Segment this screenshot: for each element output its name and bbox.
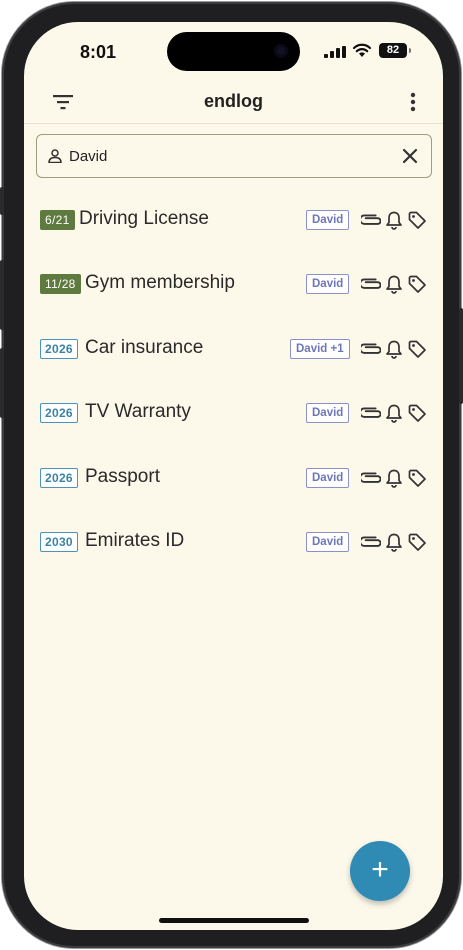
date-badge: 11/28 bbox=[40, 274, 81, 295]
item-name: Driving License bbox=[79, 208, 209, 229]
bell-icon[interactable] bbox=[385, 339, 403, 364]
owner-chip: David bbox=[306, 210, 350, 230]
more-vert-icon[interactable] bbox=[403, 90, 423, 114]
item-name: Gym membership bbox=[85, 272, 235, 294]
screen: 8:01 82 endlog David 6/21 Driving Licens… bbox=[24, 22, 443, 930]
phone-frame: 8:01 82 endlog David 6/21 Driving Licens… bbox=[0, 2, 463, 948]
status-time: 8:01 bbox=[80, 42, 117, 62]
row-actions bbox=[359, 468, 427, 488]
tag-icon[interactable] bbox=[407, 468, 427, 493]
wifi-icon bbox=[352, 43, 372, 57]
attachment-icon[interactable] bbox=[359, 339, 382, 364]
attachment-icon[interactable] bbox=[359, 403, 382, 428]
row-actions bbox=[359, 339, 427, 359]
tag-icon[interactable] bbox=[407, 274, 427, 299]
item-name: TV Warranty bbox=[85, 401, 191, 423]
attachment-icon[interactable] bbox=[359, 210, 382, 235]
row-actions bbox=[359, 403, 427, 423]
search-field[interactable] bbox=[36, 134, 432, 178]
volume-down-button bbox=[0, 348, 4, 418]
app-bar: endlog bbox=[24, 80, 443, 124]
owner-chip: David bbox=[306, 531, 350, 552]
add-item-button[interactable]: + bbox=[350, 841, 410, 901]
owner-chip: David bbox=[306, 274, 350, 295]
year-badge: 2026 bbox=[40, 403, 78, 424]
bell-icon[interactable] bbox=[385, 210, 403, 235]
power-button bbox=[459, 308, 463, 404]
list-item[interactable]: 2026 Car insurance David +1 bbox=[24, 317, 443, 381]
signal-icon bbox=[324, 46, 346, 58]
year-badge: 2026 bbox=[40, 338, 78, 359]
attachment-icon[interactable] bbox=[359, 532, 382, 557]
row-actions bbox=[359, 210, 427, 230]
owner-chip: David bbox=[306, 403, 350, 424]
bell-icon[interactable] bbox=[385, 468, 403, 493]
item-name: Passport bbox=[85, 465, 160, 487]
home-indicator[interactable] bbox=[159, 918, 309, 923]
list-item[interactable]: 2030 Emirates ID David bbox=[24, 510, 443, 574]
volume-up-button bbox=[0, 260, 4, 330]
battery-tip bbox=[409, 48, 411, 53]
row-actions bbox=[359, 274, 427, 295]
item-name: Emirates ID bbox=[85, 529, 185, 551]
tag-icon[interactable] bbox=[407, 210, 427, 235]
date-badge: 6/21 bbox=[40, 210, 75, 230]
action-button bbox=[0, 187, 4, 215]
dynamic-island bbox=[167, 32, 300, 71]
tag-icon[interactable] bbox=[407, 403, 427, 428]
item-list: 6/21 Driving License David 11/28 Gym mem… bbox=[24, 188, 443, 574]
bell-icon[interactable] bbox=[385, 403, 403, 428]
owner-chip: David bbox=[306, 467, 350, 488]
list-item[interactable]: 2026 TV Warranty David bbox=[24, 381, 443, 445]
list-item[interactable]: 6/21 Driving License David bbox=[24, 188, 443, 252]
attachment-icon[interactable] bbox=[359, 274, 382, 299]
year-badge: 2026 bbox=[40, 467, 78, 488]
close-icon[interactable] bbox=[401, 147, 419, 165]
list-item[interactable]: 11/28 Gym membership David bbox=[24, 252, 443, 316]
camera-icon bbox=[274, 44, 288, 58]
row-actions bbox=[359, 532, 427, 552]
person-icon bbox=[48, 149, 62, 163]
owner-chip: David +1 bbox=[290, 338, 350, 359]
app-title: endlog bbox=[204, 91, 263, 111]
bell-icon[interactable] bbox=[385, 274, 403, 299]
battery-icon: 82 bbox=[379, 43, 407, 58]
list-item[interactable]: 2026 Passport David bbox=[24, 446, 443, 510]
bell-icon[interactable] bbox=[385, 532, 403, 557]
search-input[interactable] bbox=[69, 145, 389, 167]
item-name: Car insurance bbox=[85, 336, 204, 358]
tag-icon[interactable] bbox=[407, 339, 427, 364]
attachment-icon[interactable] bbox=[359, 468, 382, 493]
tag-icon[interactable] bbox=[407, 532, 427, 557]
year-badge: 2030 bbox=[40, 531, 78, 552]
status-bar: 8:01 82 bbox=[24, 22, 443, 80]
